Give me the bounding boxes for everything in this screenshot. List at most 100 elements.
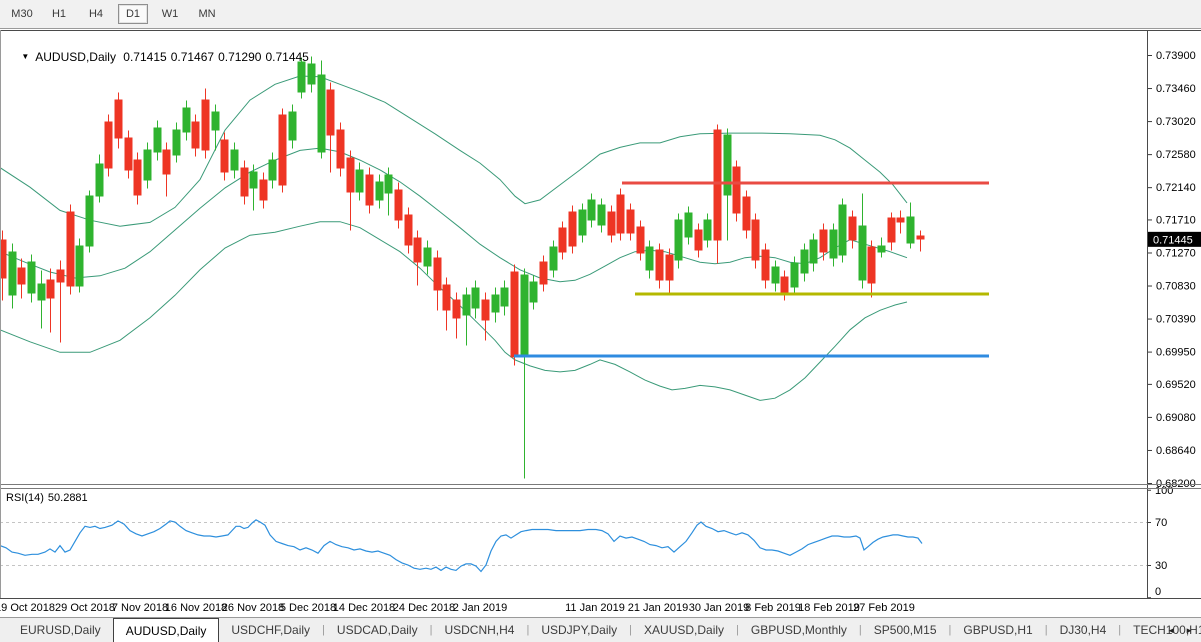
- candle: [86, 196, 93, 246]
- svg-text:0.68640: 0.68640: [1156, 445, 1196, 457]
- rsi-label: RSI(14): [6, 492, 44, 504]
- symbol-tab-xauusd[interactable]: XAUUSD,Daily: [632, 618, 736, 642]
- candle: [405, 215, 412, 245]
- candle: [212, 112, 219, 130]
- candle: [762, 250, 769, 280]
- candle: [540, 262, 547, 284]
- candle: [366, 175, 373, 205]
- svg-text:0.71270: 0.71270: [1156, 247, 1196, 259]
- svg-text:0.73460: 0.73460: [1156, 83, 1196, 95]
- candle: [347, 158, 354, 192]
- candle: [521, 275, 528, 355]
- candle: [57, 270, 64, 282]
- candle: [878, 246, 885, 252]
- symbol-tab-audusd[interactable]: AUDUSD,Daily: [113, 618, 220, 642]
- candle: [704, 220, 711, 240]
- svg-text:7 Nov 2018: 7 Nov 2018: [112, 602, 168, 614]
- candle: [656, 250, 663, 280]
- candle: [395, 190, 402, 220]
- candle: [154, 128, 161, 152]
- horizontal-lines: [514, 183, 989, 356]
- candle: [907, 217, 914, 243]
- rsi-line[interactable]: [0, 520, 922, 572]
- svg-text:16 Nov 2018: 16 Nov 2018: [165, 602, 227, 614]
- candle: [511, 272, 518, 357]
- pane-borders: [0, 30, 1201, 599]
- candle: [424, 248, 431, 266]
- svg-text:29 Oct 2018: 29 Oct 2018: [55, 602, 115, 614]
- symbol-tab-usdjpy[interactable]: USDJPY,Daily: [529, 618, 629, 642]
- svg-text:0.72140: 0.72140: [1156, 182, 1196, 194]
- candle: [859, 226, 866, 280]
- chart-dropdown-icon[interactable]: ▼: [21, 52, 29, 61]
- quote-open: 0.71415: [123, 50, 166, 64]
- svg-text:11 Jan 2019: 11 Jan 2019: [565, 602, 625, 614]
- candle: [608, 212, 615, 235]
- symbol-tab-gbpusd[interactable]: GBPUSD,H1: [951, 618, 1044, 642]
- candle: [125, 138, 132, 170]
- candle: [530, 282, 537, 302]
- candle: [501, 288, 508, 306]
- candle: [724, 135, 731, 195]
- candle: [9, 252, 16, 295]
- svg-text:0.71445: 0.71445: [1153, 234, 1193, 246]
- svg-text:0.69520: 0.69520: [1156, 379, 1196, 391]
- price-chart-canvas[interactable]: 0.739000.734600.730200.725800.721400.717…: [0, 0, 1201, 642]
- svg-text:0.70390: 0.70390: [1156, 314, 1196, 326]
- svg-text:0.70830: 0.70830: [1156, 281, 1196, 293]
- bollinger-upper-line[interactable]: [0, 76, 907, 226]
- candle: [830, 230, 837, 258]
- symbol-tab-usdcad[interactable]: USDCAD,Daily: [325, 618, 430, 642]
- candle: [183, 108, 190, 132]
- candle: [666, 255, 673, 280]
- candle: [163, 150, 170, 174]
- symbol-tab-gbpusd[interactable]: GBPUSD,Monthly: [739, 618, 859, 642]
- symbol-tab-usdchf[interactable]: USDCHF,Daily: [219, 618, 322, 642]
- candle: [897, 218, 904, 222]
- svg-text:0: 0: [1155, 586, 1161, 598]
- candle: [434, 258, 441, 290]
- candle: [849, 217, 856, 240]
- bollinger-bands: [0, 76, 907, 400]
- symbol-tab-sp500[interactable]: SP500,M15: [862, 618, 949, 642]
- candle: [550, 247, 557, 270]
- chart-symbol-label: AUDUSD,Daily: [35, 50, 116, 64]
- svg-text:24 Dec 2018: 24 Dec 2018: [393, 602, 455, 614]
- candle: [675, 220, 682, 260]
- symbol-tab-usdcnh[interactable]: USDCNH,H4: [432, 618, 526, 642]
- candle: [67, 212, 74, 286]
- svg-text:27 Feb 2019: 27 Feb 2019: [853, 602, 915, 614]
- candle: [685, 213, 692, 237]
- candle: [772, 267, 779, 283]
- svg-text:100: 100: [1155, 485, 1173, 497]
- svg-text:2 Jan 2019: 2 Jan 2019: [453, 602, 507, 614]
- tab-scroll-right-icon[interactable]: ►: [1185, 626, 1193, 635]
- candle: [868, 247, 875, 283]
- candle: [269, 160, 276, 180]
- rsi-indicator-header: RSI(14)50.2881: [6, 492, 92, 504]
- candle: [376, 182, 383, 200]
- candle: [47, 280, 54, 298]
- candle: [781, 277, 788, 293]
- candle: [202, 100, 209, 150]
- candle: [221, 140, 228, 172]
- candle: [356, 170, 363, 192]
- svg-text:0.72580: 0.72580: [1156, 149, 1196, 161]
- candle: [472, 288, 479, 308]
- candle: [743, 197, 750, 230]
- symbol-tab-dj30[interactable]: DJ30,H4: [1048, 618, 1119, 642]
- candle: [327, 90, 334, 135]
- candle: [18, 268, 25, 284]
- tab-scroll-controls: ◄ ►: [1167, 618, 1193, 642]
- candle: [241, 168, 248, 196]
- tab-scroll-left-icon[interactable]: ◄: [1167, 626, 1175, 635]
- quote-high: 0.71467: [171, 50, 214, 64]
- svg-text:0.71710: 0.71710: [1156, 214, 1196, 226]
- candle: [569, 212, 576, 246]
- candle: [492, 295, 499, 312]
- candle: [917, 236, 924, 239]
- candle: [96, 164, 103, 196]
- candles: [0, 57, 924, 479]
- candle: [231, 150, 238, 170]
- symbol-tab-eurusd[interactable]: EURUSD,Daily: [8, 618, 113, 642]
